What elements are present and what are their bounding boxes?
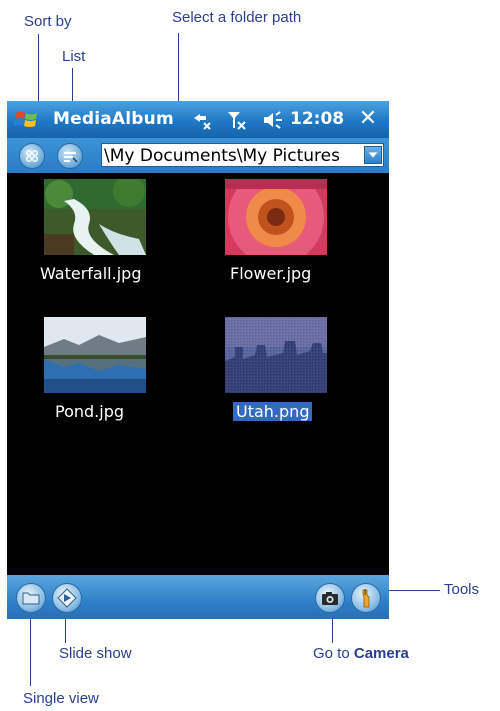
folder-icon	[22, 592, 40, 605]
title-bar: MediaAlbum 12:08 ✕	[7, 101, 389, 138]
tools-button[interactable]	[351, 583, 381, 613]
callout-tools: Tools	[444, 581, 480, 598]
chevron-down-icon	[368, 152, 378, 158]
tools-icon	[362, 589, 370, 608]
dropdown-arrow-icon[interactable]	[364, 146, 382, 164]
callout-go-to-camera: Go to Camera	[313, 645, 409, 662]
thumbnail-label[interactable]: Flower.jpg	[227, 264, 314, 283]
single-view-button[interactable]	[16, 583, 46, 613]
slide-show-button[interactable]	[52, 583, 82, 613]
sort-by-button[interactable]	[19, 143, 45, 169]
device-screen: MediaAlbum 12:08 ✕ \My Documents\My Pict…	[7, 101, 389, 619]
bottom-toolbar	[7, 575, 389, 619]
app-title: MediaAlbum	[53, 109, 174, 129]
waterfall-thumbnail[interactable]	[44, 179, 146, 255]
list-button[interactable]	[57, 143, 83, 169]
thumbnail-label[interactable]: Waterfall.jpg	[37, 264, 144, 283]
flower-thumbnail[interactable]	[225, 179, 327, 255]
signal-off-icon[interactable]	[226, 110, 248, 130]
go-to-camera-button[interactable]	[315, 583, 345, 613]
clock[interactable]: 12:08	[290, 109, 344, 129]
callout-slide-show: Slide show	[59, 645, 132, 662]
callout-single-view: Single view	[23, 690, 99, 707]
camera-icon	[322, 592, 338, 605]
pond-thumbnail[interactable]	[44, 317, 146, 393]
toolbar: \My Documents\My Pictures	[7, 138, 389, 173]
leader-sort-by	[38, 34, 39, 106]
leader-tools	[382, 590, 440, 591]
callout-sort-by: Sort by	[24, 13, 72, 30]
volume-icon[interactable]	[262, 110, 284, 130]
folder-path-select[interactable]: \My Documents\My Pictures	[101, 143, 384, 167]
folder-path-value: \My Documents\My Pictures	[104, 146, 340, 166]
connectivity-icon[interactable]	[192, 110, 214, 130]
windows-start-icon[interactable]	[13, 107, 39, 133]
thumbnail-label[interactable]: Pond.jpg	[52, 402, 127, 421]
slideshow-icon	[57, 588, 77, 608]
list-icon	[64, 152, 78, 163]
callout-select-folder-path: Select a folder path	[172, 9, 302, 26]
close-icon[interactable]: ✕	[357, 108, 379, 130]
callout-list: List	[62, 48, 86, 65]
sort-grid-icon	[25, 149, 38, 162]
utah-thumbnail[interactable]	[225, 317, 327, 393]
thumbnail-label-selected[interactable]: Utah.png	[233, 402, 313, 421]
